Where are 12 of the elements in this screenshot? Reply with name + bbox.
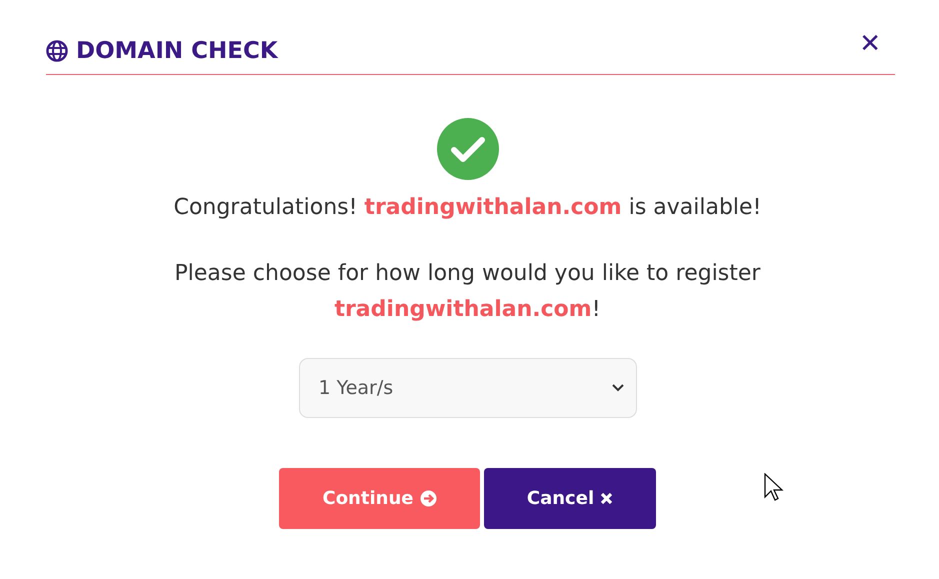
close-button[interactable]: ✕ <box>859 29 881 59</box>
chevron-down-icon <box>612 384 624 392</box>
cancel-button[interactable]: Cancel <box>484 468 656 529</box>
globe-icon <box>46 40 68 62</box>
period-select[interactable]: 1 Year/s <box>298 358 636 418</box>
cursor-icon <box>764 473 784 501</box>
close-icon <box>600 492 614 505</box>
check-circle-icon <box>436 118 498 180</box>
availability-message: Congratulations! tradingwithalan.com is available! <box>174 194 762 222</box>
registration-prompt: Please choose for how long would you like to register tradingwithalan.com! <box>174 260 762 324</box>
dialog-title: DOMAIN CHECK <box>76 38 278 64</box>
arrow-circle-icon <box>420 490 436 507</box>
